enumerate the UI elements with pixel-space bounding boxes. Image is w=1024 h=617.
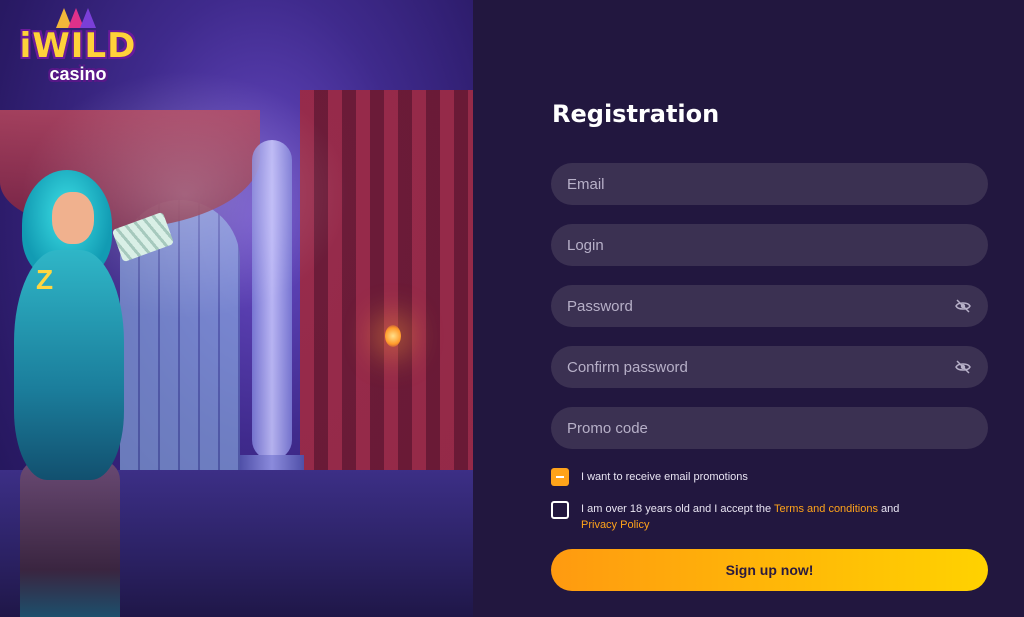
registration-panel: Registration Email Login Promo code I wa… — [473, 0, 1024, 617]
hero-illustration: Z iWILD casino — [0, 0, 473, 617]
sign-up-button[interactable]: Sign up now! — [551, 549, 988, 591]
email-promotions-checkbox[interactable] — [551, 468, 569, 486]
character-body — [14, 250, 124, 480]
email-promotions-label: I want to receive email promotions — [581, 471, 748, 483]
promo-code-field[interactable] — [567, 407, 972, 449]
age-terms-row: I am over 18 years old and I accept the … — [551, 501, 961, 533]
password-field[interactable] — [567, 285, 954, 327]
character-face — [52, 192, 94, 244]
login-field[interactable] — [567, 224, 972, 266]
site-logo[interactable]: iWILD casino — [14, 6, 142, 92]
privacy-policy-link[interactable]: Privacy Policy — [581, 519, 649, 531]
confirm-password-field[interactable] — [567, 346, 954, 388]
confirm-password-field-wrapper — [551, 346, 988, 388]
password-field-wrapper — [551, 285, 988, 327]
checkbox-mark-icon — [556, 476, 564, 478]
jester-character: Z — [0, 170, 175, 617]
character-legs — [20, 460, 120, 617]
playing-cards — [111, 211, 175, 263]
age-terms-text: I am over 18 years old and I accept the — [581, 503, 775, 515]
age-terms-and: and — [877, 503, 900, 515]
email-field[interactable] — [567, 163, 972, 205]
email-promotions-row: I want to receive email promotions — [551, 468, 748, 486]
eye-slash-icon[interactable] — [954, 358, 972, 376]
character-emblem: Z — [36, 264, 54, 295]
page-title: Registration — [552, 100, 720, 128]
email-field-wrapper — [551, 163, 988, 205]
login-field-wrapper — [551, 224, 988, 266]
logo-wordmark: iWILD — [19, 26, 137, 66]
promo-code-field-wrapper — [551, 407, 988, 449]
eye-slash-icon[interactable] — [954, 297, 972, 315]
age-terms-checkbox[interactable] — [551, 501, 569, 519]
wall-lamp — [385, 325, 401, 347]
jester-hat-icon — [56, 6, 96, 28]
terms-link[interactable]: Terms and conditions — [774, 503, 878, 515]
logo-subtitle: casino — [49, 64, 107, 84]
age-terms-label: I am over 18 years old and I accept the … — [581, 501, 961, 533]
